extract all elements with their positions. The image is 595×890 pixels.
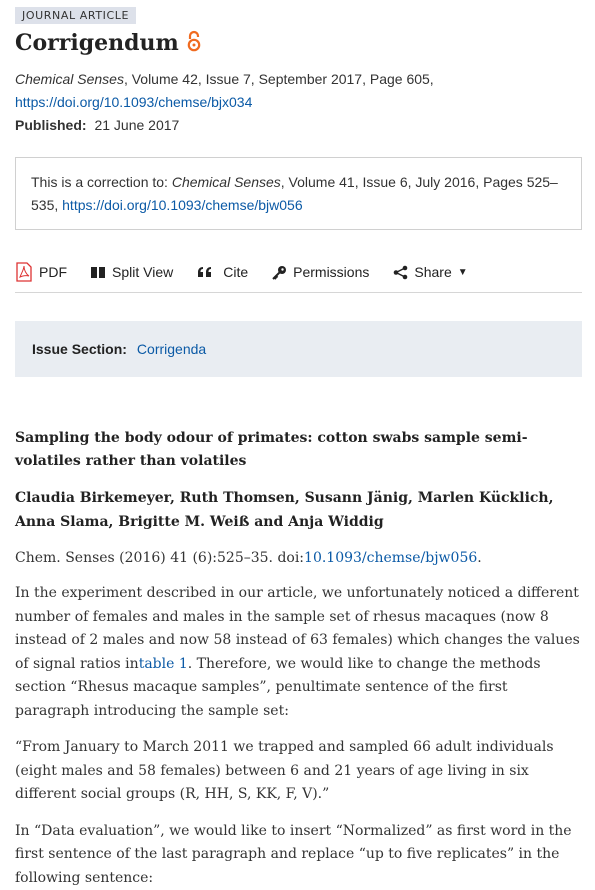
reference-suffix: .: [477, 550, 481, 566]
page-title: Corrigendum: [15, 30, 179, 56]
share-label: Share: [414, 264, 451, 280]
paragraph-2: “From January to March 2011 we trapped a…: [15, 736, 582, 807]
split-view-label: Split View: [112, 264, 173, 280]
issue-section-link[interactable]: Corrigenda: [137, 341, 206, 357]
issue-section: Issue Section: Corrigenda: [15, 321, 582, 377]
caret-down-icon: ▼: [458, 267, 468, 278]
split-view-icon: [91, 266, 106, 279]
open-access-icon: [187, 30, 201, 56]
article-body: Sampling the body odour of primates: cot…: [15, 427, 582, 890]
split-view-button[interactable]: Split View: [91, 264, 173, 280]
cite-label: Cite: [223, 264, 248, 280]
key-icon: [272, 265, 287, 280]
correction-doi-link[interactable]: https://doi.org/10.1093/chemse/bjw056: [62, 197, 303, 213]
cite-button[interactable]: Cite: [197, 264, 248, 280]
journal-name: Chemical Senses: [15, 71, 124, 87]
cited-article-authors: Claudia Birkemeyer, Ruth Thomsen, Susann…: [15, 486, 582, 534]
title-row: Corrigendum: [15, 30, 582, 56]
published-date: 21 June 2017: [94, 117, 179, 133]
article-type-badge: JOURNAL ARTICLE: [15, 7, 136, 24]
citation: Chemical Senses, Volume 42, Issue 7, Sep…: [15, 68, 582, 114]
published-line: Published: 21 June 2017: [15, 114, 582, 137]
paragraph-3: In “Data evaluation”, we would like to i…: [15, 820, 582, 890]
permissions-button[interactable]: Permissions: [272, 264, 369, 280]
citation-details: , Volume 42, Issue 7, September 2017, Pa…: [124, 71, 434, 87]
published-label: Published:: [15, 117, 87, 133]
correction-notice: This is a correction to: Chemical Senses…: [15, 157, 582, 230]
permissions-label: Permissions: [293, 264, 369, 280]
article-toolbar: PDF Split View Cite: [15, 252, 582, 293]
pdf-button[interactable]: PDF: [15, 262, 67, 282]
correction-prefix: This is a correction to:: [31, 174, 172, 190]
doi-link[interactable]: https://doi.org/10.1093/chemse/bjx034: [15, 94, 252, 110]
share-icon: [393, 265, 408, 280]
share-button[interactable]: Share ▼: [393, 264, 467, 280]
table-1-link[interactable]: table 1: [139, 656, 188, 672]
paragraph-1: In the experiment described in our artic…: [15, 582, 582, 723]
cited-article-title: Sampling the body odour of primates: cot…: [15, 427, 582, 473]
quote-icon: [197, 266, 213, 278]
issue-section-label: Issue Section:: [32, 341, 127, 357]
article-page: JOURNAL ARTICLE Corrigendum Chemical Sen…: [15, 6, 582, 890]
pdf-icon: [15, 262, 33, 282]
correction-journal: Chemical Senses: [172, 174, 281, 190]
cited-article-reference: Chem. Senses (2016) 41 (6):525–35. doi:1…: [15, 547, 582, 569]
pdf-label: PDF: [39, 264, 67, 280]
reference-doi-link[interactable]: 10.1093/chemse/bjw056: [304, 550, 477, 566]
reference-text: Chem. Senses (2016) 41 (6):525–35. doi:: [15, 550, 304, 566]
